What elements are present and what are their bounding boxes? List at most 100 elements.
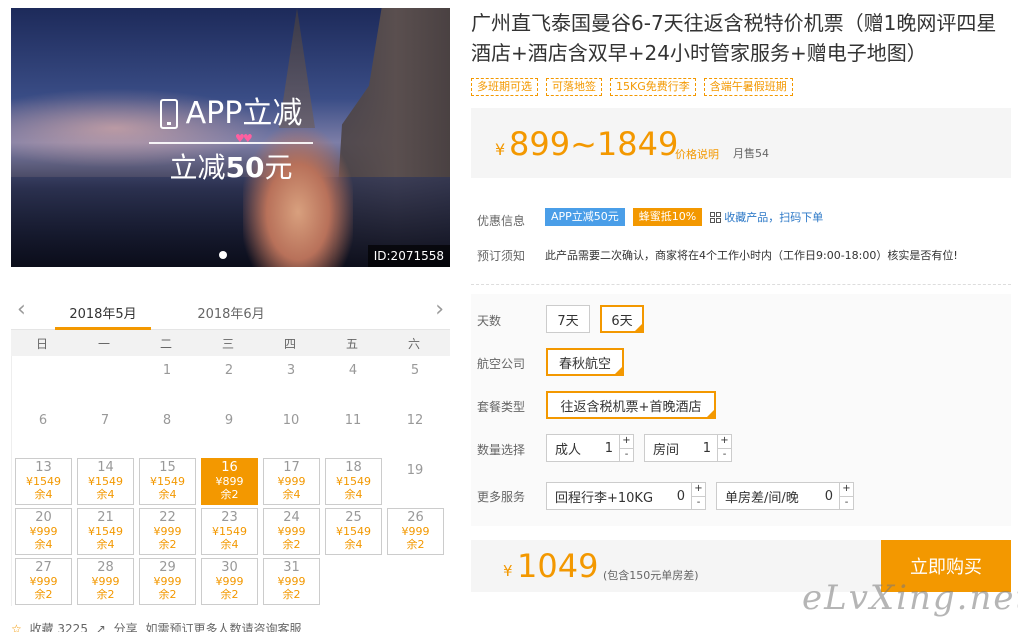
calendar-day-available[interactable]: 31 ¥999 余2	[263, 558, 320, 605]
calendar-days: 1 2 3 4 5 6 7 8 9 10 11 12 13 ¥1549 余4 14 ¥…	[11, 356, 450, 606]
calendar-day-empty	[74, 356, 136, 406]
single-room-minus-button[interactable]: -	[840, 495, 853, 510]
calendar-day-available[interactable]: 30 ¥999 余2	[201, 558, 258, 605]
price-explain-link[interactable]: 价格说明	[675, 146, 719, 162]
next-month-icon[interactable]: ›	[435, 299, 444, 321]
calendar-day-available[interactable]: 20 ¥999 余4	[15, 508, 72, 555]
star-icon[interactable]: ☆	[11, 622, 22, 632]
notice-text: 此产品需要二次确认，商家将在4个工作小时内（工作日9:00-18:00）核实是否…	[545, 249, 958, 262]
tag-item: 多班期可选	[471, 78, 538, 96]
promo-divider	[149, 142, 313, 144]
tab-month-may[interactable]: 2018年5月	[55, 303, 151, 330]
share-link[interactable]: 分享	[114, 622, 138, 632]
single-room-plus-button[interactable]: +	[840, 483, 853, 496]
calendar-day: 4	[348, 363, 358, 378]
package-label: 套餐类型	[477, 400, 526, 414]
product-title: 广州直飞泰国曼谷6-7天往返含税特价机票（赠1晚网评四星酒店+酒店含双早+24小…	[471, 11, 997, 65]
calendar-day: 11	[344, 413, 362, 428]
calendar-header: ‹ 2018年5月 2018年6月 ›	[11, 294, 450, 330]
luggage-label: 回程行李+10KG	[555, 490, 654, 506]
luggage-minus-button[interactable]: -	[692, 495, 705, 510]
days-label: 天数	[477, 314, 502, 328]
tag-item: 可落地签	[546, 78, 602, 96]
qr-order-link[interactable]: 收藏产品，扫码下单	[710, 209, 823, 225]
promo-bottom-text: 立减50元	[149, 150, 313, 186]
luggage-plus-button[interactable]: +	[692, 483, 705, 496]
room-value[interactable]: 1	[697, 441, 717, 456]
notice-label: 预订须知	[477, 249, 526, 263]
adult-value[interactable]: 1	[599, 441, 619, 456]
days-option-6[interactable]: 6天	[600, 305, 644, 333]
calendar-day: 2	[224, 363, 234, 378]
calendar-day-available[interactable]: 25 ¥1549 余4	[325, 508, 382, 555]
room-plus-button[interactable]: +	[718, 435, 731, 448]
site-watermark: eLvXing.net	[802, 578, 1018, 618]
section-divider	[471, 284, 1011, 285]
weekday-sat: 六	[407, 336, 420, 351]
bee-discount-badge: 蜂蜜抵10%	[632, 208, 703, 226]
discount-label: 优惠信息	[477, 214, 526, 228]
favorite-count[interactable]: 收藏 3225	[30, 622, 88, 632]
calendar-day-available[interactable]: 24 ¥999 余2	[263, 508, 320, 555]
calendar-day-available[interactable]: 27 ¥999 余2	[15, 558, 72, 605]
single-room-stepper[interactable]: 单房差/间/晚 0 + -	[716, 482, 854, 510]
calendar-day-available[interactable]: 13 ¥1549 余4	[15, 458, 72, 505]
product-id-label: ID:2071558	[367, 245, 450, 267]
airline-label: 航空公司	[477, 357, 526, 371]
promo-bottom-prefix: 立减	[169, 151, 226, 184]
calendar-day-available[interactable]: 26 ¥999 余2	[387, 508, 444, 555]
calendar-day-available[interactable]: 15 ¥1549 余4	[139, 458, 196, 505]
airline-option[interactable]: 春秋航空	[546, 348, 624, 376]
adult-stepper[interactable]: 成人 1 + -	[546, 434, 634, 462]
adult-minus-button[interactable]: -	[620, 447, 633, 462]
calendar-day: 12	[406, 413, 424, 428]
total-currency: ¥	[503, 562, 513, 580]
share-icon[interactable]: ↗	[96, 622, 106, 632]
room-minus-button[interactable]: -	[718, 447, 731, 462]
price-panel: ¥ 899~1849 价格说明 月售54	[471, 108, 1011, 178]
price-range: 899~1849	[509, 125, 679, 163]
luggage-value[interactable]: 0	[671, 489, 691, 504]
qr-link-text: 收藏产品，扫码下单	[724, 211, 824, 224]
total-note: (包含150元单房差)	[603, 569, 699, 582]
single-room-label: 单房差/间/晚	[725, 490, 799, 506]
app-promo-overlay: APP立减 立减50元	[149, 94, 313, 186]
single-room-value[interactable]: 0	[819, 489, 839, 504]
calendar-day-available[interactable]: 18 ¥1549 余4	[325, 458, 382, 505]
carousel-dot[interactable]	[219, 251, 227, 259]
luggage-stepper[interactable]: 回程行李+10KG 0 + -	[546, 482, 706, 510]
app-discount-badge: APP立减50元	[545, 208, 625, 226]
adult-plus-button[interactable]: +	[620, 435, 633, 448]
calendar-day-available[interactable]: 28 ¥999 余2	[77, 558, 134, 605]
notice-info: 此产品需要二次确认，商家将在4个工作小时内（工作日9:00-18:00）核实是否…	[545, 247, 958, 263]
price-currency: ¥	[495, 140, 506, 159]
calendar-day-available[interactable]: 21 ¥1549 余4	[77, 508, 134, 555]
monthly-sales: 月售54	[733, 147, 769, 160]
prev-month-icon[interactable]: ‹	[17, 299, 26, 321]
calendar-day-available[interactable]: 14 ¥1549 余4	[77, 458, 134, 505]
calendar-day: 5	[410, 363, 420, 378]
calendar-day-available[interactable]: 29 ¥999 余2	[139, 558, 196, 605]
calendar-day: 9	[224, 413, 234, 428]
calendar-day: 19	[406, 463, 424, 478]
calendar-day-selected[interactable]: 16 ¥899 余2	[201, 458, 258, 505]
calendar-day-available[interactable]: 17 ¥999 余4	[263, 458, 320, 505]
tab-month-june[interactable]: 2018年6月	[186, 303, 276, 322]
calendar-day: 6	[38, 413, 48, 428]
calendar-day: 7	[100, 413, 110, 428]
weekday-wed: 三	[221, 336, 234, 351]
calendar-day-available[interactable]: 23 ¥1549 余4	[201, 508, 258, 555]
days-option-7[interactable]: 7天	[546, 305, 590, 333]
calendar-day-available[interactable]: 22 ¥999 余2	[139, 508, 196, 555]
weekday-fri: 五	[345, 336, 358, 351]
package-option[interactable]: 往返含税机票+首晚酒店	[546, 391, 716, 419]
calendar-day-empty	[12, 356, 74, 406]
promo-bottom-suffix: 元	[264, 151, 293, 184]
quantity-label: 数量选择	[477, 443, 526, 457]
calendar-footer: ☆ 收藏 3225 ↗ 分享 如需预订更多人数请咨询客服	[11, 620, 450, 632]
room-stepper[interactable]: 房间 1 + -	[644, 434, 732, 462]
qr-code-icon	[710, 211, 722, 223]
hearts-icon: ♥♥	[235, 132, 253, 145]
tag-item: 含端午暑假班期	[703, 78, 793, 96]
room-label: 房间	[653, 442, 680, 458]
